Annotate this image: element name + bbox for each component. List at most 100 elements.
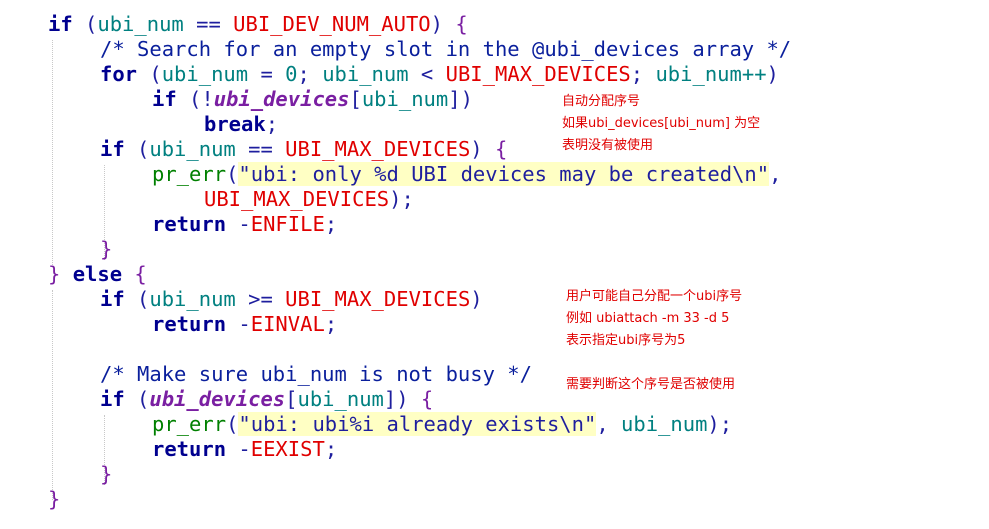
code-token-punctuation: - [226,437,251,461]
code-token-punctuation: ]) [383,387,421,411]
code-token-macro: UBI_MAX_DEVICES [204,187,390,211]
code-token-punctuation: (! [176,87,214,111]
code-token-punctuation: - [226,212,251,236]
code-token-identifier: ubi_num [297,387,384,411]
annotation-line: 表明没有被使用 [562,138,654,153]
code-token-brace: { [134,262,147,286]
code-line: if (ubi_num == UBI_DEV_NUM_AUTO) { [48,12,468,37]
code-line: if (!ubi_devices[ubi_num]) [152,87,473,112]
code-token-keyword: if [152,87,177,111]
code-line: } [100,237,112,262]
code-token-punctuation: ) [430,12,456,36]
code-token-keyword: return [152,437,227,461]
annotation-line: 用户可能自己分配一个ubi序号 [566,289,743,304]
code-token-array-identifier: ubi_devices [149,387,286,411]
code-token-brace: { [494,137,508,161]
code-token-punctuation: == [183,12,234,36]
code-token-keyword: for [100,62,138,86]
code-token-punctuation: ) [470,137,495,161]
code-token-punctuation: ( [226,412,239,436]
code-token-punctuation: == [235,137,286,161]
code-token-macro: UBI_MAX_DEVICES [445,62,631,86]
code-line: pr_err("ubi: only %d UBI devices may be … [152,162,781,187]
code-token-punctuation: ( [72,12,98,36]
code-token-punctuation [122,262,134,286]
code-token-function-name: pr_err [152,412,227,436]
code-line: } [48,487,60,512]
code-line: return -EINVAL; [152,312,337,337]
code-token-comment: /* Search for an empty slot in the @ubi_… [100,37,792,61]
code-token-keyword: break [204,112,266,136]
code-token-punctuation: ( [124,387,150,411]
code-token-identifier: ubi_num [149,137,236,161]
code-token-punctuation: ]) [448,87,473,111]
code-token-keyword: if [48,12,73,36]
code-token-punctuation: ( [124,137,150,161]
code-line: return -EEXIST; [152,437,337,462]
annotation-user-alloc: 用户可能自己分配一个ubi序号 例如 ubiattach -m 33 -d 5 … [566,286,742,352]
code-line: pr_err("ubi: ubi%i already exists\n", ub… [152,412,732,437]
code-token-punctuation: ); [389,187,414,211]
code-token-punctuation: [ [349,87,362,111]
code-token-macro: UBI_MAX_DEVICES [285,287,471,311]
code-line: if (ubi_devices[ubi_num]) { [100,387,433,412]
code-token-keyword: if [100,287,125,311]
code-token-punctuation: ) [766,62,779,86]
code-line: return -ENFILE; [152,212,337,237]
code-token-punctuation: [ [285,387,298,411]
code-token-macro: EINVAL [250,312,325,336]
code-token-punctuation: ( [124,287,150,311]
code-token-identifier: ubi_num [161,62,249,86]
code-token-keyword: return [152,212,227,236]
code-token-comment: /* Make sure ubi_num is not busy */ [100,362,532,386]
code-token-string-literal: "ubi: only %d UBI devices may be created… [238,162,770,186]
code-token-punctuation: ; [324,312,338,336]
code-token-punctuation [60,262,72,286]
annotation-line: 需要判断这个序号是否被使用 [566,377,736,392]
code-token-macro: UBI_MAX_DEVICES [285,137,471,161]
code-token-identifier: ubi_num [361,87,449,111]
code-line: } else { [48,262,147,287]
annotation-line: 自动分配序号 [562,94,641,109]
code-line: if (ubi_num >= UBI_MAX_DEVICES) [100,287,483,312]
code-token-brace: } [100,237,113,261]
code-token-brace: } [100,462,113,486]
code-token-identifier: ubi_num [97,12,184,36]
code-token-punctuation: < [408,62,446,86]
code-token-keyword: if [100,387,125,411]
code-token-punctuation: ; [324,437,338,461]
code-token-brace: { [455,12,468,36]
code-token-brace: } [48,487,61,511]
code-token-keyword: return [152,312,227,336]
code-token-punctuation: ; [265,112,279,136]
code-token-string-literal: "ubi: ubi%i already exists\n" [238,412,597,436]
code-token-punctuation: ( [226,162,239,186]
code-line: /* Make sure ubi_num is not busy */ [100,362,532,387]
annotation-line: 例如 ubiattach -m 33 -d 5 [566,311,730,326]
code-token-punctuation: ) [470,287,483,311]
code-token-macro: UBI_DEV_NUM_AUTO [233,12,431,36]
code-line: break; [204,112,278,137]
indent-guide [52,40,53,265]
code-token-macro: EEXIST [250,437,325,461]
code-token-identifier: 0 [285,62,298,86]
code-token-array-identifier: ubi_devices [213,87,350,111]
code-token-punctuation: , [769,162,782,186]
annotation-line: 如果ubi_devices[ubi_num] 为空 [562,116,761,131]
code-token-brace: } [48,262,61,286]
annotation-line: 表示指定ubi序号为5 [566,333,686,348]
code-token-identifier: ubi_num [621,412,708,436]
code-token-macro: ENFILE [250,212,325,236]
code-token-punctuation: ; [297,62,323,86]
code-token-punctuation: - [226,312,251,336]
code-token-punctuation: , [596,412,622,436]
code-token-punctuation: ); [707,412,733,436]
annotation-check-busy: 需要判断这个序号是否被使用 [566,374,735,396]
code-line: for (ubi_num = 0; ubi_num < UBI_MAX_DEVI… [100,62,779,87]
annotation-auto-alloc: 自动分配序号 如果ubi_devices[ubi_num] 为空 表明没有被使用 [562,91,760,157]
code-line: if (ubi_num == UBI_MAX_DEVICES) { [100,137,507,162]
code-token-punctuation: >= [235,287,286,311]
code-editor[interactable]: if (ubi_num == UBI_DEV_NUM_AUTO) {/* Sea… [0,0,989,529]
code-token-keyword: if [100,137,125,161]
code-token-identifier: ubi_num++ [655,62,767,86]
